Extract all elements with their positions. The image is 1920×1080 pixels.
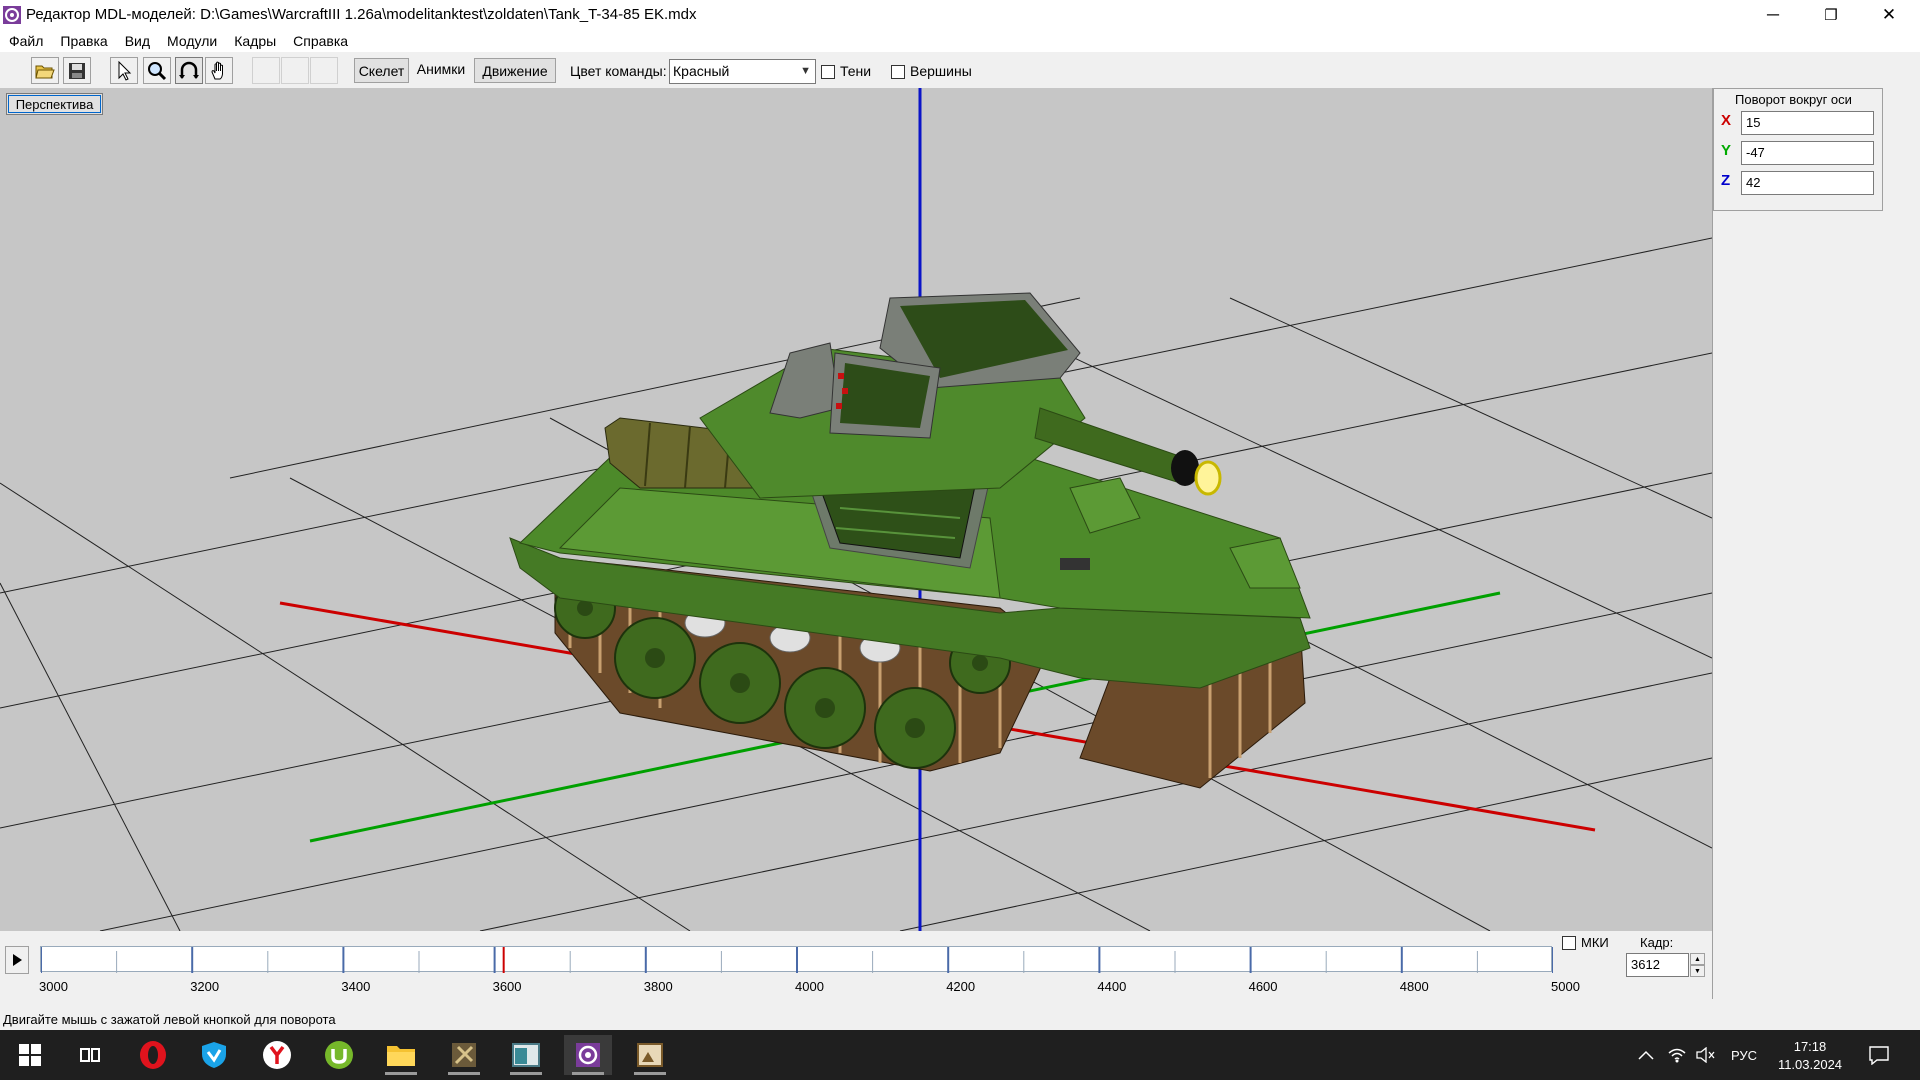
- menu-edit[interactable]: Правка: [51, 30, 115, 52]
- team-color-label: Цвет команды:: [570, 63, 667, 79]
- vertices-checkbox[interactable]: [891, 65, 905, 79]
- folder-open-icon: [35, 65, 55, 78]
- rotate-icon: [179, 61, 199, 79]
- floppy-disk-icon: [69, 62, 85, 79]
- clock-time: 17:18: [1793, 1038, 1827, 1054]
- timeline-label: 4600: [1248, 979, 1278, 994]
- clock[interactable]: 17:18 11.03.2024: [1774, 1030, 1846, 1080]
- task-view-icon[interactable]: [66, 1035, 114, 1075]
- vpn-shield-icon[interactable]: [190, 1035, 238, 1075]
- select-tool-button[interactable]: [110, 57, 138, 84]
- close-button[interactable]: ✕: [1860, 0, 1918, 30]
- tab-skeleton[interactable]: Скелет: [354, 58, 409, 83]
- team-color-value: Красный: [673, 63, 730, 79]
- arrow-cursor-icon: [118, 60, 132, 81]
- shadows-label: Тени: [840, 63, 872, 79]
- menu-modules[interactable]: Модули: [158, 30, 225, 52]
- timeline-label: 3800: [643, 979, 673, 994]
- vertices-label: Вершины: [910, 63, 972, 79]
- tab-animations[interactable]: Анимки: [411, 58, 471, 83]
- notifications-icon[interactable]: [1868, 1030, 1890, 1080]
- perspective-view-button[interactable]: Перспектива: [6, 93, 103, 115]
- taskbar: РУС 17:18 11.03.2024: [0, 1030, 1920, 1080]
- magnifier-icon: [148, 61, 167, 80]
- hand-icon: [211, 61, 223, 79]
- z-axis-label: Z: [1721, 172, 1731, 189]
- y-axis-label: Y: [1721, 142, 1732, 159]
- rotation-x-input[interactable]: 15: [1741, 111, 1874, 135]
- zoom-tool-button[interactable]: [143, 57, 171, 84]
- team-color-select[interactable]: Красный ▼: [669, 59, 816, 84]
- warcraft-editor-icon[interactable]: [440, 1035, 488, 1075]
- title-bar: Редактор MDL-моделей: D:\Games\WarcraftI…: [0, 0, 1920, 30]
- tab-motion[interactable]: Движение: [474, 58, 556, 83]
- rotation-z-input[interactable]: 42: [1741, 171, 1874, 195]
- frame-spin-down-button[interactable]: ▼: [1690, 965, 1705, 977]
- tank-model: [509, 292, 1311, 789]
- menu-file[interactable]: Файл: [0, 30, 51, 52]
- rotation-y-input[interactable]: -47: [1741, 141, 1874, 165]
- file-explorer-icon[interactable]: [377, 1035, 425, 1075]
- timeline-label: 3600: [492, 979, 522, 994]
- play-button[interactable]: [5, 946, 29, 974]
- tray-chevron-up-icon[interactable]: [1638, 1030, 1654, 1080]
- app-icon: [3, 6, 21, 24]
- timeline-label: 3400: [341, 979, 371, 994]
- rotation-title: Поворот вокруг оси: [1735, 92, 1852, 107]
- menu-view[interactable]: Вид: [116, 30, 158, 52]
- menu-bar: Файл Правка Вид Модули Кадры Справка: [0, 30, 1920, 52]
- minimize-button[interactable]: ─: [1744, 0, 1802, 30]
- timeline-label: 4000: [795, 979, 824, 994]
- chevron-down-icon: ▼: [800, 65, 811, 77]
- menu-help[interactable]: Справка: [284, 30, 356, 52]
- timeline-label: 4200: [946, 979, 976, 994]
- timeline-ticks: [40, 947, 1554, 973]
- maximize-button[interactable]: ❐: [1802, 0, 1860, 30]
- frame-spin-up-button[interactable]: ▲: [1690, 953, 1705, 965]
- timeline-label: 4800: [1399, 979, 1429, 994]
- frame-label: Кадр:: [1640, 935, 1674, 950]
- timeline-label: 5000: [1551, 979, 1580, 994]
- utorrent-icon[interactable]: [315, 1035, 363, 1075]
- frame-input[interactable]: 3612: [1626, 953, 1689, 977]
- ground-grid: [0, 237, 1712, 931]
- clock-date: 11.03.2024: [1777, 1056, 1843, 1072]
- x-axis-label: X: [1721, 112, 1732, 129]
- window-title: Редактор MDL-моделей: D:\Games\WarcraftI…: [26, 6, 697, 23]
- status-text: Двигайте мышь с зажатой левой кнопкой дл…: [3, 1012, 336, 1027]
- viewport-scene: [0, 88, 1712, 931]
- app-window-icon[interactable]: [502, 1035, 550, 1075]
- empty-tool-button-2[interactable]: [281, 57, 309, 84]
- timeline-label: 3000: [39, 979, 68, 994]
- status-bar: Двигайте мышь с зажатой левой кнопкой дл…: [0, 1009, 1920, 1030]
- rotate-tool-button[interactable]: [175, 57, 203, 84]
- timeline-label: 4400: [1097, 979, 1127, 994]
- empty-tool-button-1[interactable]: [252, 57, 280, 84]
- shadows-checkbox[interactable]: [821, 65, 835, 79]
- mdl-editor-icon[interactable]: [564, 1035, 612, 1075]
- mki-label: МКИ: [1581, 935, 1609, 950]
- image-viewer-icon[interactable]: [626, 1035, 674, 1075]
- menu-frames[interactable]: Кадры: [225, 30, 284, 52]
- pan-tool-button[interactable]: [205, 57, 233, 84]
- opera-icon[interactable]: [129, 1035, 177, 1075]
- right-panel: [1712, 88, 1920, 999]
- empty-tool-button-3[interactable]: [310, 57, 338, 84]
- open-file-button[interactable]: [31, 57, 59, 84]
- save-file-button[interactable]: [63, 57, 91, 84]
- windows-start-icon[interactable]: [6, 1035, 54, 1075]
- play-icon: [13, 954, 22, 966]
- mki-checkbox[interactable]: [1562, 936, 1576, 950]
- volume-muted-icon[interactable]: [1696, 1030, 1716, 1080]
- yandex-browser-icon[interactable]: [253, 1035, 301, 1075]
- timeline-track[interactable]: [40, 946, 1554, 973]
- language-indicator[interactable]: РУС: [1731, 1030, 1757, 1080]
- timeline-label: 3200: [190, 979, 220, 994]
- 3d-viewport[interactable]: [0, 88, 1712, 931]
- wifi-icon[interactable]: [1668, 1030, 1686, 1080]
